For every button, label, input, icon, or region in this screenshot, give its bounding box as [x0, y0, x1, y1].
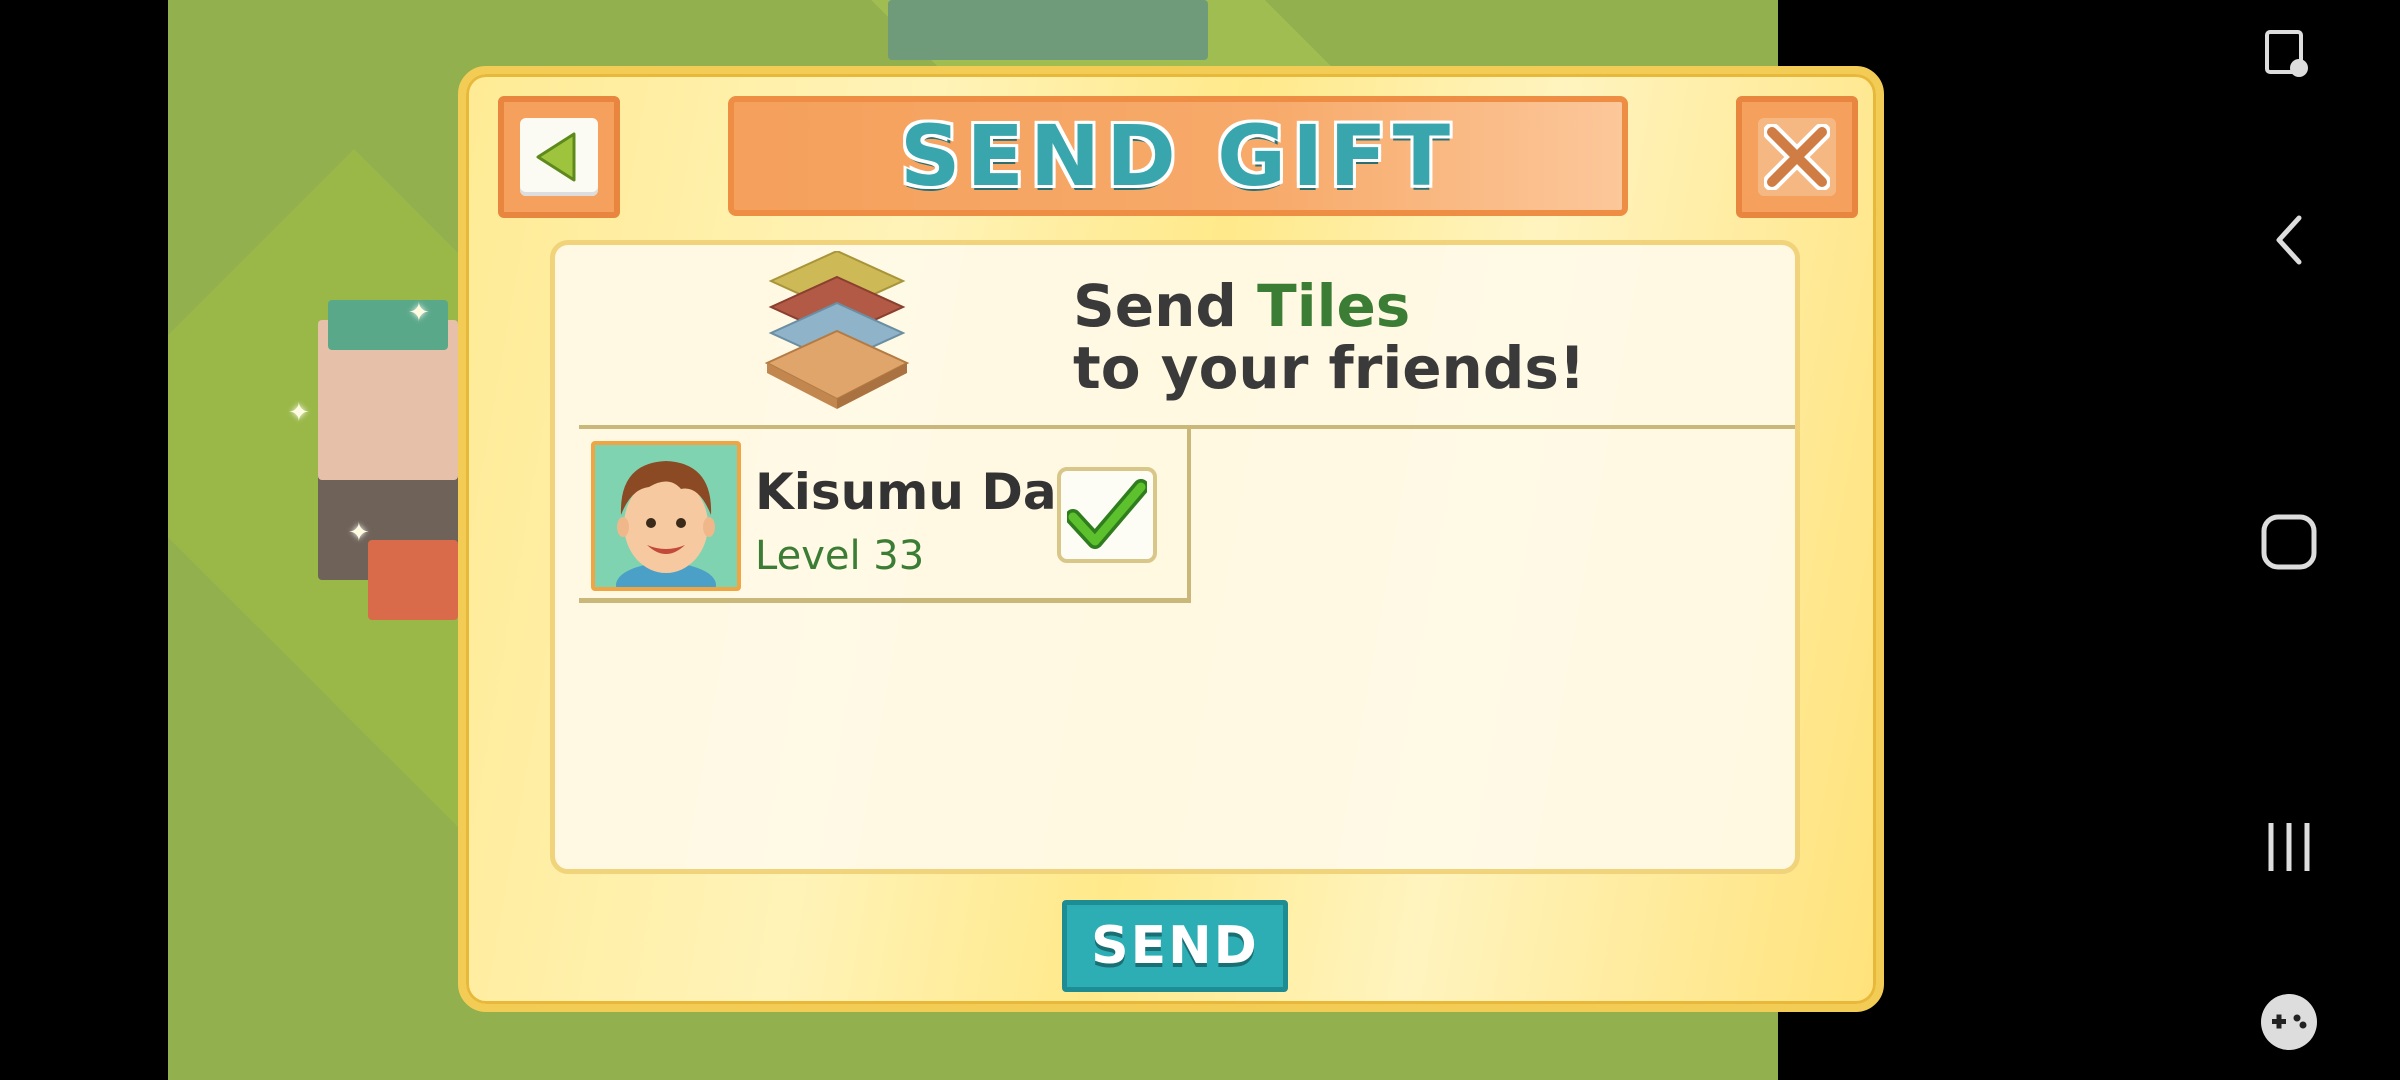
gift-headline: Send Tiles to your friends! — [1073, 275, 1585, 399]
friend-list-item[interactable]: Kisumu Dalal Level 33 — [579, 425, 1191, 603]
building — [888, 0, 1208, 60]
close-icon — [1758, 118, 1836, 196]
sparkle: ✦ — [348, 518, 370, 548]
dialog-title: SEND GIFT — [899, 107, 1457, 205]
friend-name: Kisumu Dalal — [755, 463, 1059, 521]
avatar — [591, 441, 741, 591]
back-icon[interactable] — [2178, 210, 2400, 270]
send-button-label: SEND — [1091, 916, 1259, 976]
back-arrow-icon — [520, 118, 598, 196]
send-button[interactable]: SEND — [1062, 900, 1288, 992]
friend-level: Level 33 — [755, 533, 925, 579]
friend-select-checkbox[interactable] — [1057, 467, 1157, 563]
tiles-stack-icon — [764, 251, 910, 409]
system-navigation-bar — [2178, 0, 2400, 1080]
checkmark-icon — [1067, 479, 1147, 549]
recents-icon[interactable] — [2178, 815, 2400, 879]
building-roof — [328, 300, 448, 350]
home-icon[interactable] — [2178, 510, 2400, 574]
dialog-title-banner: SEND GIFT — [728, 96, 1628, 216]
headline-suffix: to your friends! — [1073, 334, 1586, 402]
screen-touch-icon[interactable] — [2178, 26, 2400, 86]
close-button[interactable] — [1736, 96, 1858, 218]
headline-prefix: Send — [1073, 272, 1258, 340]
sparkle: ✦ — [408, 298, 430, 328]
game-controller-icon[interactable] — [2178, 990, 2400, 1054]
headline-item: Tiles — [1257, 272, 1411, 340]
back-button[interactable] — [498, 96, 620, 218]
sparkle: ✦ — [288, 398, 310, 428]
building — [368, 540, 458, 620]
gift-panel: Send Tiles to your friends! Kisumu Dalal… — [550, 240, 1800, 874]
send-gift-dialog: SEND GIFT Send Tiles to your friends! Ki… — [458, 66, 1884, 1012]
